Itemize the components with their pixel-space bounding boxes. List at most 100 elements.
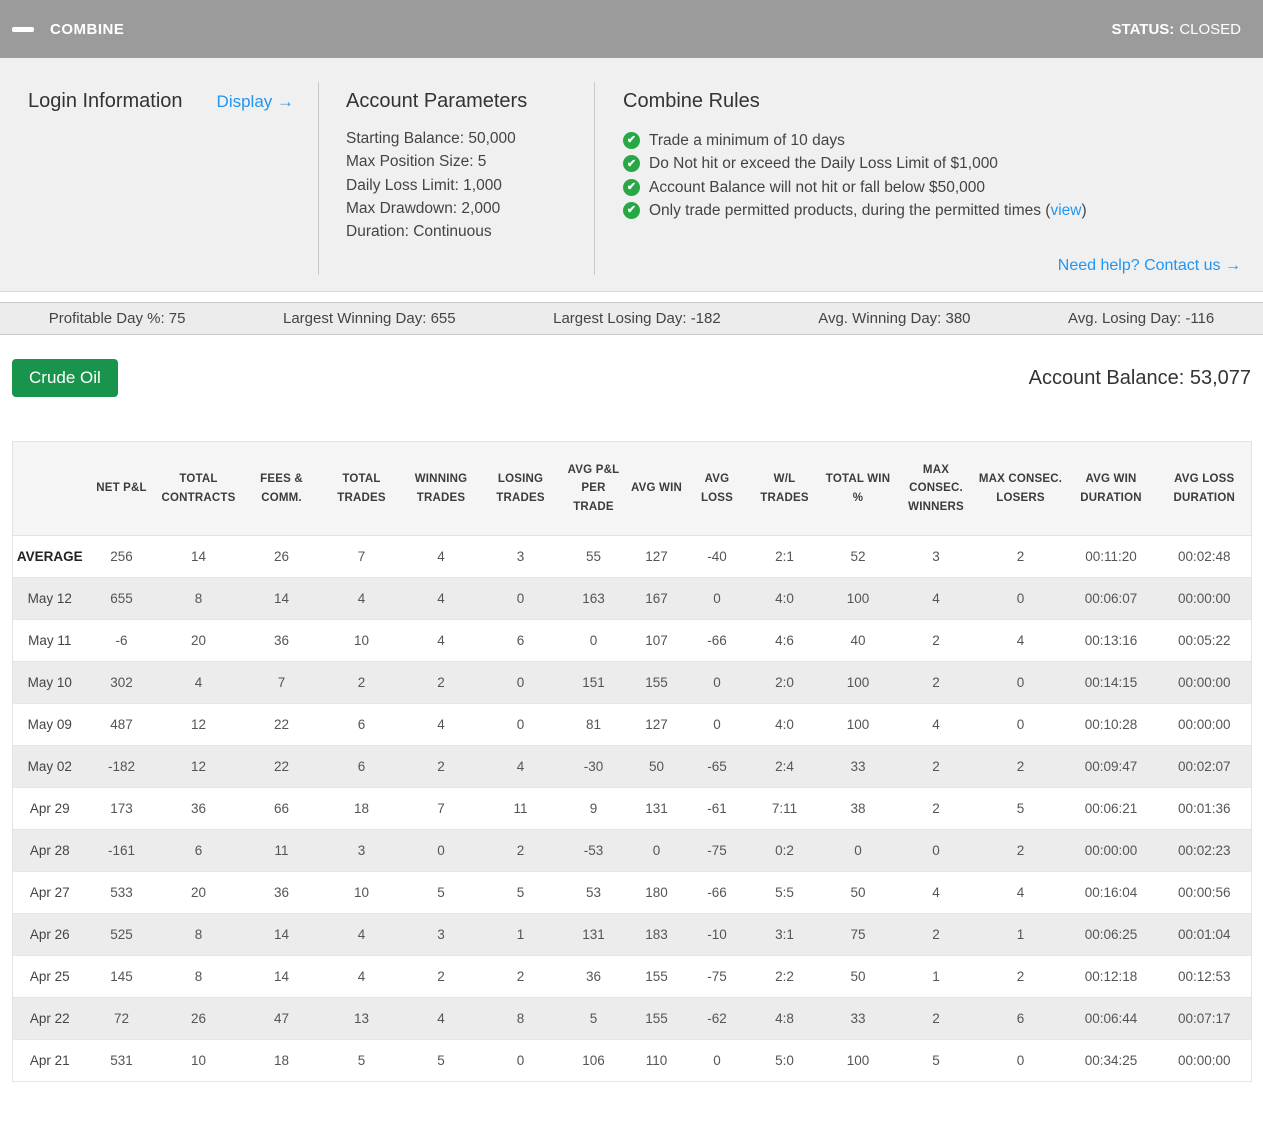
- table-cell: 106: [559, 1039, 628, 1082]
- table-cell: 4: [976, 871, 1065, 914]
- table-cell: 00:06:21: [1064, 787, 1158, 830]
- table-cell: 66: [240, 787, 323, 830]
- window-title: COMBINE: [50, 20, 125, 38]
- combine-rule-item: ✔ Do Not hit or exceed the Daily Loss Lim…: [623, 152, 1247, 175]
- table-row: May 11 -6 20 36 10 4 6 0 107 -66 4:6 40 2 4 00:13:16 00…: [12, 619, 1252, 662]
- table-cell: 00:07:17: [1157, 997, 1252, 1040]
- table-cell: 6: [322, 745, 401, 788]
- table-cell: 3: [481, 535, 560, 578]
- column-header-total-win-pct: TOTAL WIN %: [820, 441, 896, 536]
- account-balance-value: 53,077: [1189, 366, 1251, 389]
- table-cell: 10: [322, 871, 401, 914]
- table-cell: 0: [627, 829, 686, 872]
- table-cell: 2:0: [748, 661, 821, 704]
- table-cell: 00:06:44: [1064, 997, 1158, 1040]
- table-cell: 1: [895, 955, 977, 998]
- display-link[interactable]: Display →: [217, 92, 294, 112]
- table-cell: 2: [400, 745, 482, 788]
- table-body: AVERAGE 256 14 26 7 4 3 55 127 -40 2:1 52 3 2 00:11:20…: [12, 535, 1252, 1082]
- minimize-icon[interactable]: [12, 26, 34, 32]
- table-cell: 655: [86, 577, 157, 620]
- row-label: May 11: [12, 619, 87, 662]
- column-header-total-contracts: TOTAL CONTRACTS: [156, 441, 241, 536]
- combine-rule-text: Only trade permitted products, during th…: [649, 201, 1051, 219]
- table-cell: 531: [86, 1039, 157, 1082]
- table-cell: 2: [895, 661, 977, 704]
- row-label: Apr 22: [12, 997, 87, 1040]
- column-header-wl-trades: W/L TRADES: [748, 441, 821, 536]
- account-parameter-item: Starting Balance: 50,000: [346, 130, 516, 147]
- table-cell: 1: [481, 913, 560, 956]
- table-cell: 302: [86, 661, 157, 704]
- table-cell: -6: [86, 619, 157, 662]
- table-cell: 2: [976, 745, 1065, 788]
- table-cell: 00:01:04: [1157, 913, 1252, 956]
- table-cell: 33: [820, 997, 896, 1040]
- row-label: Apr 28: [12, 829, 87, 872]
- table-cell: 533: [86, 871, 157, 914]
- table-cell: 2:1: [748, 535, 821, 578]
- table-cell: 0: [481, 577, 560, 620]
- table-cell: 100: [820, 577, 896, 620]
- status-badge: STATUS: CLOSED: [1112, 21, 1241, 38]
- column-header-avg-loss: AVG LOSS: [685, 441, 749, 536]
- table-row: Apr 29 173 36 66 18 7 11 9 131 -61 7:11 38 2 5 00:06:2…: [12, 787, 1252, 830]
- table-cell: 173: [86, 787, 157, 830]
- table-cell: 14: [156, 535, 241, 578]
- crude-oil-button[interactable]: Crude Oil: [12, 359, 118, 397]
- table-cell: 4:8: [748, 997, 821, 1040]
- table-row: Apr 22 72 26 47 13 4 8 5 155 -62 4:8 33 2 6 00:06:44 00…: [12, 997, 1252, 1040]
- table-cell: 00:00:00: [1157, 661, 1252, 704]
- results-table-wrap: NET P&L TOTAL CONTRACTS FEES & COMM. TOTAL …: [12, 441, 1252, 1082]
- table-cell: -75: [685, 829, 749, 872]
- combine-rule-text: Do Not hit or exceed the Daily Loss Limi…: [649, 155, 998, 173]
- contact-us-link[interactable]: Need help? Contact us →: [1058, 257, 1247, 275]
- table-cell: 2: [976, 955, 1065, 998]
- table-cell: 131: [559, 913, 628, 956]
- table-cell: 00:01:36: [1157, 787, 1252, 830]
- table-cell: 12: [156, 745, 241, 788]
- stat-item: Profitable Day %: 75: [48, 310, 186, 327]
- table-cell: 00:05:22: [1157, 619, 1252, 662]
- view-link[interactable]: view: [1050, 199, 1081, 222]
- table-cell: 4: [976, 619, 1065, 662]
- table-cell: 55: [559, 535, 628, 578]
- table-cell: 0: [976, 1039, 1065, 1082]
- account-balance: Account Balance: 53,077: [1029, 367, 1251, 390]
- table-cell: 2: [322, 661, 401, 704]
- product-row: Crude Oil Account Balance: 53,077: [0, 335, 1263, 397]
- table-cell: 180: [627, 871, 686, 914]
- table-cell: 2: [976, 535, 1065, 578]
- table-cell: 0:2: [748, 829, 821, 872]
- table-cell: 26: [156, 997, 241, 1040]
- table-cell: 22: [240, 745, 323, 788]
- table-cell: 127: [627, 703, 686, 746]
- table-cell: 18: [322, 787, 401, 830]
- table-cell: -66: [685, 619, 749, 662]
- table-cell: 0: [976, 703, 1065, 746]
- column-header-fees-comm: FEES & COMM.: [240, 441, 323, 536]
- table-cell: 0: [685, 577, 749, 620]
- table-cell: 18: [240, 1039, 323, 1082]
- table-cell: -66: [685, 871, 749, 914]
- stats-bar: Profitable Day %: 75 Largest Winning Day:…: [0, 302, 1263, 335]
- table-cell: -30: [559, 745, 628, 788]
- row-label: Apr 21: [12, 1039, 87, 1082]
- table-cell: 5: [481, 871, 560, 914]
- table-cell: 2: [481, 829, 560, 872]
- table-cell: 2: [895, 913, 977, 956]
- table-cell: 0: [481, 1039, 560, 1082]
- table-cell: 100: [820, 661, 896, 704]
- table-cell: 525: [86, 913, 157, 956]
- check-icon: ✔: [623, 132, 640, 150]
- table-cell: 4: [400, 577, 482, 620]
- table-cell: 2: [976, 829, 1065, 872]
- table-cell: 0: [685, 661, 749, 704]
- table-cell: 0: [685, 1039, 749, 1082]
- table-cell: 131: [627, 787, 686, 830]
- table-cell: 00:02:48: [1157, 535, 1252, 578]
- table-cell: 7:11: [748, 787, 821, 830]
- table-cell: 00:09:47: [1064, 745, 1158, 788]
- row-label: Apr 26: [12, 913, 87, 956]
- column-header-avg-loss-duration: AVG LOSS DURATION: [1157, 441, 1252, 536]
